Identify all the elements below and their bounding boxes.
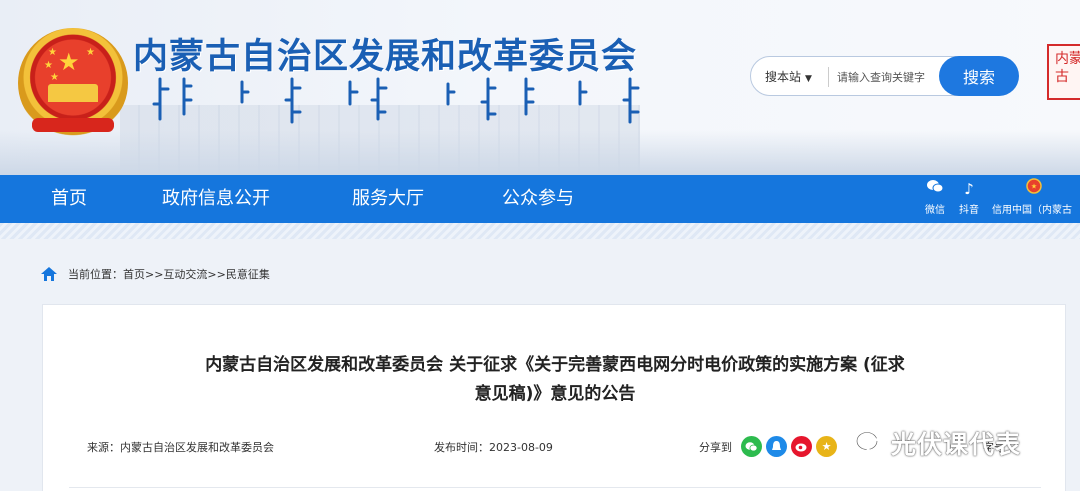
search-scope-select[interactable]: 搜本站 ▼ <box>765 68 812 85</box>
inner-mongolia-seal-logo[interactable]: 内蒙古 <box>1047 44 1080 100</box>
breadcrumb-text[interactable]: 当前位置：首页>>互动交流>>民意征集 <box>68 266 270 282</box>
article-title-line-1: 内蒙古自治区发展和改革委员会 关于征求《关于完善蒙西电网分时电价政策的实施方案 … <box>205 355 905 375</box>
credit-china-label: 信用中国（内蒙古 <box>992 205 1072 216</box>
share-weibo-icon[interactable] <box>791 436 812 457</box>
wechat-watermark-icon <box>855 431 885 454</box>
wechat-label: 微信 <box>925 205 945 216</box>
wechat-icon <box>921 177 949 201</box>
watermark: 光伏课代表 <box>855 425 1021 461</box>
home-icon <box>41 267 57 281</box>
site-search: 搜本站▼ 搜索 <box>750 56 1019 96</box>
card-divider <box>69 487 1041 488</box>
search-button[interactable]: 搜索 <box>939 56 1019 96</box>
site-header: ★ ★ ★ ★ ★ 内蒙古自治区发展和改革委员会 搜本站▼ 搜索 内 <box>0 0 1080 175</box>
search-scope-label: 搜本站 <box>765 70 802 84</box>
douyin-label: 抖音 <box>959 205 979 216</box>
share-wechat-icon[interactable] <box>741 436 762 457</box>
share-label: 分享到 <box>699 441 732 454</box>
chevron-down-icon: ▼ <box>805 74 812 84</box>
article-publish-time: 发布时间：2023-08-09 <box>434 441 553 454</box>
breadcrumb: 当前位置：首页>>互动交流>>民意征集 <box>40 266 270 282</box>
nav-decorative-stripe <box>0 223 1080 239</box>
mongolian-script-title <box>152 77 640 124</box>
article-source: 来源：内蒙古自治区发展和改革委员会 <box>87 441 274 454</box>
nav-item-public-participation[interactable]: 公众参与 <box>502 175 574 223</box>
nav-social-credit-china[interactable]: ★ 信用中国（内蒙古 <box>992 177 1080 216</box>
site-title[interactable]: 内蒙古自治区发展和改革委员会 <box>133 28 637 79</box>
header-backdrop-fade <box>0 130 1080 175</box>
douyin-icon: ♪ <box>964 180 974 198</box>
svg-text:★: ★ <box>1031 183 1037 191</box>
search-input[interactable] <box>837 67 935 87</box>
article-title-line-2: 意见稿)》意见的公告 <box>474 384 636 404</box>
article-card: 内蒙古自治区发展和改革委员会 关于征求《关于完善蒙西电网分时电价政策的实施方案 … <box>42 304 1066 491</box>
nav-item-home[interactable]: 首页 <box>51 175 87 223</box>
nav-item-gov-info[interactable]: 政府信息公开 <box>162 175 270 223</box>
nav-social-douyin[interactable]: ♪ 抖音 <box>955 177 983 216</box>
nav-item-service-hall[interactable]: 服务大厅 <box>352 175 424 223</box>
share-favorite-icon[interactable]: ★ <box>816 436 837 457</box>
national-emblem-icon: ★ ★ ★ ★ ★ <box>18 28 128 138</box>
nav-social-wechat[interactable]: 微信 <box>921 177 949 216</box>
watermark-text: 光伏课代表 <box>891 430 1022 459</box>
share-qq-icon[interactable] <box>766 436 787 457</box>
search-divider <box>828 67 829 87</box>
article-title: 内蒙古自治区发展和改革委员会 关于征求《关于完善蒙西电网分时电价政策的实施方案 … <box>143 351 967 409</box>
main-nav: 首页 政府信息公开 服务大厅 公众参与 微信 ♪ 抖音 ★ 信用中国（内蒙古 <box>0 175 1080 223</box>
emblem-icon: ★ <box>992 177 1076 201</box>
